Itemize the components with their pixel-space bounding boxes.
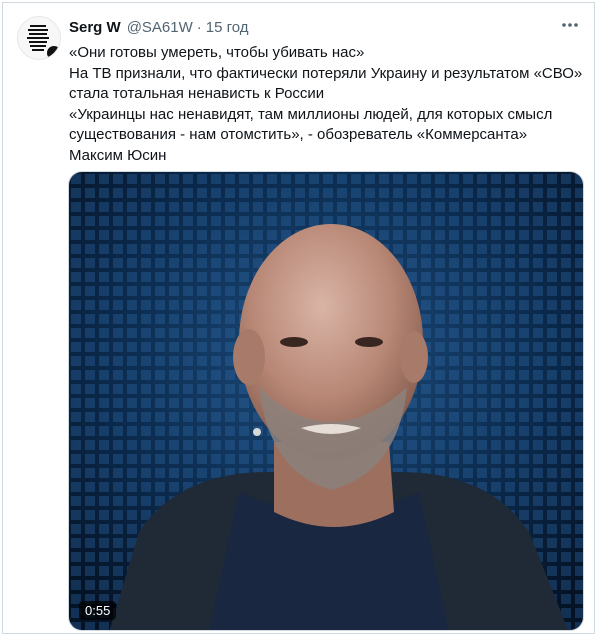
video-duration: 0:55 <box>79 601 117 620</box>
tweet-header: Serg W @SA61W · 15 год <box>69 17 249 37</box>
video-player[interactable]: 0:55 <box>68 171 584 631</box>
tweet-text-line: На ТВ признали, что фактически потеряли … <box>69 64 583 82</box>
tweet-timestamp[interactable]: 15 год <box>206 19 249 36</box>
tweet-text: «Они готовы умереть, чтобы убивать нас» … <box>69 43 589 166</box>
more-options-button[interactable] <box>558 15 582 35</box>
author-name[interactable]: Serg W <box>69 19 121 36</box>
tweet-text-line: стала тотальная ненависть к России <box>69 85 325 102</box>
author-handle[interactable]: @SA61W <box>127 19 193 36</box>
video-thumbnail <box>69 172 583 630</box>
separator-dot: · <box>196 18 202 36</box>
tweet-text-line: «Украинцы нас ненавидят, там миллионы лю… <box>69 105 553 123</box>
tweet-text-line: существования - нам отомстить», - обозре… <box>69 126 528 143</box>
more-horizontal-icon <box>562 23 578 27</box>
author-avatar[interactable] <box>17 16 61 60</box>
tweet-text-line: «Они готовы умереть, чтобы убивать нас» <box>69 44 365 61</box>
tweet-card[interactable]: Serg W @SA61W · 15 год «Они готовы умере… <box>2 2 595 634</box>
tweet-text-line: Максим Юсин <box>69 146 167 164</box>
